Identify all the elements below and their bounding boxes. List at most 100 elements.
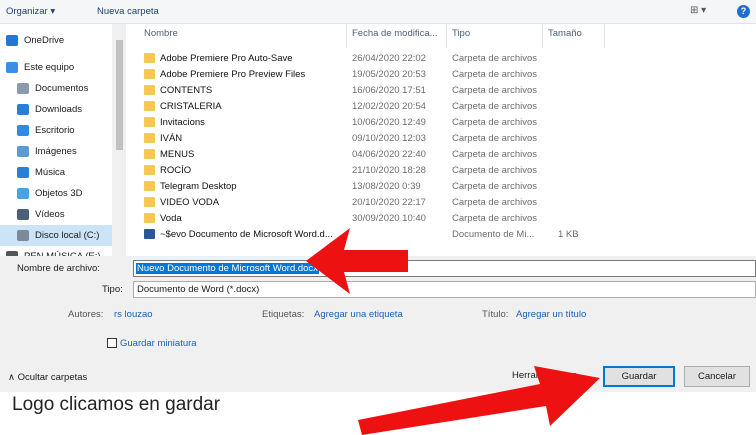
nav-item-computer[interactable]: Este equipo	[0, 57, 123, 78]
file-row[interactable]: Adobe Premiere Pro Auto-Save 26/04/2020 2…	[128, 51, 756, 67]
music-icon	[17, 167, 29, 178]
authors-label: Autores:	[68, 309, 104, 320]
save-button[interactable]: Guardar	[603, 366, 675, 387]
file-name: Voda	[160, 213, 182, 224]
column-divider[interactable]	[604, 24, 605, 48]
pictures-icon	[17, 146, 29, 157]
save-dialog: Organizar ▾ Nueva carpeta ⊞ ▾ ? OneDrive…	[0, 0, 756, 392]
toolbar: Organizar ▾ Nueva carpeta ⊞ ▾ ?	[0, 0, 756, 24]
file-type: Carpeta de archivos	[452, 133, 538, 144]
file-name: CONTENTS	[160, 85, 213, 96]
file-type-value: Documento de Word (*.docx)	[137, 284, 260, 295]
nav-item-usb-drive[interactable]: PEN MÚSICA (E:)	[0, 246, 123, 256]
title-input[interactable]: Agregar un título	[516, 309, 586, 320]
file-date: 21/10/2020 18:28	[352, 165, 426, 176]
title-label: Título:	[482, 309, 509, 320]
file-row[interactable]: MENUS 04/06/2020 22:40 Carpeta de archivos	[128, 147, 756, 163]
file-type-label: Tipo:	[102, 284, 123, 295]
file-row[interactable]: Voda 30/09/2020 10:40 Carpeta de archivos	[128, 211, 756, 227]
nav-item-label: Música	[35, 167, 66, 178]
file-date: 09/10/2020 12:03	[352, 133, 426, 144]
folder-icon	[144, 101, 155, 111]
nav-item-pictures[interactable]: Imágenes	[0, 141, 123, 162]
column-header-type[interactable]: Tipo	[452, 28, 470, 39]
file-name: MENUS	[160, 149, 195, 160]
file-list: Nombre Fecha de modifica... Tipo Tamaño …	[128, 24, 756, 256]
save-thumbnail-checkbox[interactable]	[107, 338, 117, 348]
filename-value[interactable]: Nuevo Documento de Microsoft Word.docx	[136, 263, 319, 274]
view-options-icon[interactable]: ⊞ ▾	[690, 5, 706, 16]
file-type: Documento de Mi...	[452, 229, 535, 240]
tags-label: Etiquetas:	[262, 309, 305, 320]
file-date: 13/08/2020 0:39	[352, 181, 421, 192]
file-type: Carpeta de archivos	[452, 181, 538, 192]
nav-item-cube[interactable]: Objetos 3D	[0, 183, 123, 204]
column-divider[interactable]	[446, 24, 447, 48]
file-row[interactable]: CONTENTS 16/06/2020 17:51 Carpeta de archi…	[128, 83, 756, 99]
drive-icon	[17, 230, 29, 241]
nav-item-label: Downloads	[35, 104, 82, 115]
video-icon	[17, 209, 29, 220]
column-header-name[interactable]: Nombre	[144, 28, 178, 39]
file-row[interactable]: Invitacions 10/06/2020 12:49 Carpeta de ar…	[128, 115, 756, 131]
nav-item-label: Imágenes	[35, 146, 77, 157]
nav-item-music[interactable]: Música	[0, 162, 123, 183]
organize-button[interactable]: Organizar ▾	[6, 6, 55, 17]
column-divider[interactable]	[542, 24, 543, 48]
file-row[interactable]: CRISTALERIA 12/02/2020 20:54 Carpeta de ar…	[128, 99, 756, 115]
nav-item-label: PEN MÚSICA (E:)	[24, 251, 101, 256]
file-row[interactable]: VIDEO VODA 20/10/2020 22:17 Carpeta de arc…	[128, 195, 756, 211]
usb-drive-icon	[6, 251, 18, 256]
cloud-icon	[6, 35, 18, 46]
nav-item-label: Objetos 3D	[35, 188, 83, 199]
column-header-size[interactable]: Tamaño	[548, 28, 582, 39]
document-icon	[17, 83, 29, 94]
file-row[interactable]: ~$evo Documento de Microsoft Word.d... Do…	[128, 227, 756, 243]
file-date: 20/10/2020 22:17	[352, 197, 426, 208]
save-thumbnail-label[interactable]: Guardar miniatura	[120, 338, 197, 349]
filename-input[interactable]: Nuevo Documento de Microsoft Word.docx	[133, 260, 756, 277]
file-name: ROCÍO	[160, 165, 192, 176]
column-divider[interactable]	[346, 24, 347, 48]
computer-icon	[6, 62, 18, 73]
file-date: 10/06/2020 12:49	[352, 117, 426, 128]
nav-item-desktop[interactable]: Escritorio	[0, 120, 123, 141]
tags-input[interactable]: Agregar una etiqueta	[314, 309, 403, 320]
file-type: Carpeta de archivos	[452, 165, 538, 176]
column-header-date[interactable]: Fecha de modifica...	[352, 28, 438, 39]
file-type: Carpeta de archivos	[452, 149, 538, 160]
file-type-select[interactable]: Documento de Word (*.docx)	[133, 281, 756, 298]
nav-item-download[interactable]: Downloads	[0, 99, 123, 120]
download-icon	[17, 104, 29, 115]
hide-folders-button[interactable]: ∧ Ocultar carpetas	[8, 372, 87, 383]
file-row[interactable]: Adobe Premiere Pro Preview Files 19/05/20…	[128, 67, 756, 83]
file-date: 16/06/2020 17:51	[352, 85, 426, 96]
nav-item-label: OneDrive	[24, 35, 65, 46]
desktop-icon	[17, 125, 29, 136]
file-name: Telegram Desktop	[160, 181, 237, 192]
file-date: 12/02/2020 20:54	[352, 101, 426, 112]
file-row[interactable]: ROCÍO 21/10/2020 18:28 Carpeta de archivos	[128, 163, 756, 179]
nav-item-label: Vídeos	[35, 209, 65, 220]
annotation-arrow-filename	[306, 228, 408, 294]
cancel-button[interactable]: Cancelar	[684, 366, 750, 387]
folder-icon	[144, 165, 155, 175]
nav-item-cloud[interactable]: OneDrive	[0, 30, 123, 51]
new-folder-button[interactable]: Nueva carpeta	[97, 6, 159, 17]
file-row[interactable]: Telegram Desktop 13/08/2020 0:39 Carpeta d…	[128, 179, 756, 195]
nav-item-drive[interactable]: Disco local (C:)	[0, 225, 123, 246]
file-date: 04/06/2020 22:40	[352, 149, 426, 160]
nav-item-label: Documentos	[35, 83, 89, 94]
help-icon[interactable]: ?	[737, 5, 750, 18]
file-size: 1 KB	[558, 229, 579, 240]
cube-icon	[17, 188, 29, 199]
nav-item-document[interactable]: Documentos	[0, 78, 123, 99]
nav-item-video[interactable]: Vídeos	[0, 204, 123, 225]
authors-value[interactable]: rs louzao	[114, 309, 153, 320]
file-row[interactable]: IVÁN 09/10/2020 12:03 Carpeta de archivos	[128, 131, 756, 147]
nav-scrollbar-thumb[interactable]	[116, 40, 123, 150]
file-date: 26/04/2020 22:02	[352, 53, 426, 64]
navigation-pane: OneDrive Este equipo Documentos Downloads Es…	[0, 24, 128, 256]
file-date: 30/09/2020 10:40	[352, 213, 426, 224]
file-type: Carpeta de archivos	[452, 53, 538, 64]
